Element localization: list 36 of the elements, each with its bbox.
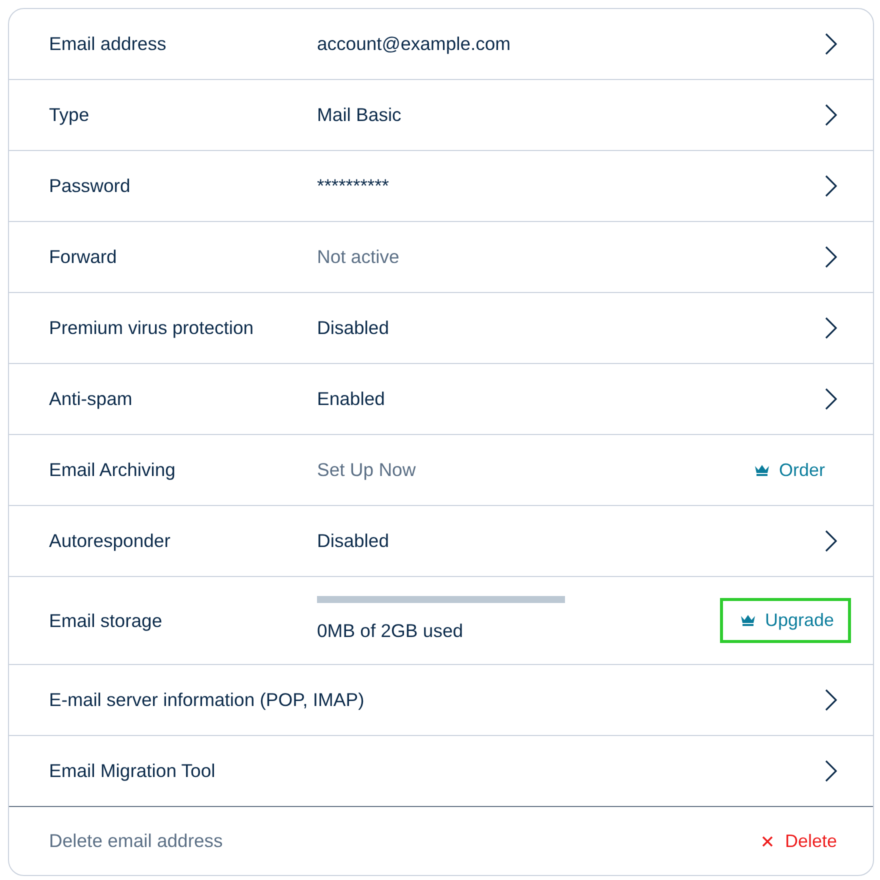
row-label: Autoresponder: [49, 529, 172, 554]
delete-label: Delete email address: [49, 829, 224, 854]
close-icon: [762, 836, 773, 846]
row-label: Email Archiving: [49, 458, 176, 482]
row-value: **********: [317, 174, 390, 198]
row-value: Disabled: [317, 529, 390, 554]
chevron-right-icon[interactable]: [825, 689, 837, 711]
chevron-right-icon[interactable]: [825, 33, 837, 55]
action-link[interactable]: Order: [742, 450, 837, 490]
chevron-right-icon[interactable]: [825, 317, 837, 339]
row-label: Premium virus protection: [49, 316, 255, 340]
action-link[interactable]: Upgrade: [720, 598, 851, 643]
chevron-right-icon[interactable]: [825, 530, 837, 552]
row-value: Set Up Now: [317, 458, 417, 482]
delete-button[interactable]: Delete: [762, 828, 837, 854]
row-label: Anti-spam: [49, 387, 134, 412]
row-value: Not active: [317, 245, 400, 270]
row-value: 0MB of 2GB used: [317, 619, 464, 644]
chevron-right-icon[interactable]: [825, 760, 837, 782]
chevron-right-icon[interactable]: [825, 246, 837, 268]
chevron-right-icon[interactable]: [825, 175, 837, 197]
row-label: Email storage: [49, 608, 164, 633]
crown-icon: [754, 464, 769, 476]
row-value: account@example.com: [317, 32, 512, 56]
row-value: Enabled: [317, 387, 386, 412]
row-label: E-mail server information (POP, IMAP): [49, 688, 366, 712]
row-value: Mail Basic: [317, 103, 402, 128]
row-label: Password: [49, 174, 132, 198]
row-label: Email Migration Tool: [49, 759, 216, 784]
chevron-right-icon[interactable]: [825, 104, 837, 126]
chevron-right-icon[interactable]: [825, 388, 837, 410]
row-label: Type: [49, 103, 90, 128]
row-label: Email address: [49, 32, 168, 56]
crown-icon: [740, 615, 755, 626]
row-label: Forward: [49, 245, 118, 270]
row-value: Disabled: [317, 316, 390, 340]
